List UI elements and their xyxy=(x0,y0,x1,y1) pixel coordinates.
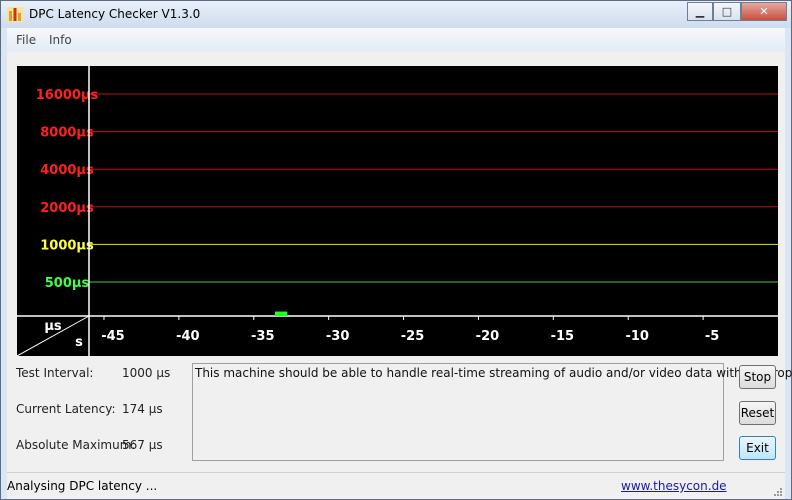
x-unit-label: s xyxy=(75,335,83,350)
reset-button[interactable]: Reset xyxy=(739,401,776,425)
test-interval-value: 1000 µs xyxy=(122,366,171,380)
stop-button[interactable]: Stop xyxy=(739,365,776,389)
minimize-button[interactable]: ▁ xyxy=(687,2,713,21)
x-tick-label: -25 xyxy=(401,329,425,344)
x-tick-label: -5 xyxy=(705,329,719,344)
status-bar: Analysing DPC latency ... www.thesycon.d… xyxy=(7,472,785,499)
x-tick-label: -30 xyxy=(326,329,350,344)
app-window: DPC Latency Checker V1.3.0 ▁ □ ✕ File In… xyxy=(0,0,792,500)
x-tick-label: -10 xyxy=(625,329,649,344)
menu-bar: File Info xyxy=(7,28,785,52)
x-tick-label: -20 xyxy=(476,329,500,344)
current-latency-label: Current Latency: xyxy=(16,402,116,416)
maximize-button[interactable]: □ xyxy=(713,2,741,21)
y-unit-label: µs xyxy=(44,319,62,334)
menu-file[interactable]: File xyxy=(16,33,36,47)
close-button[interactable]: ✕ xyxy=(741,2,787,21)
title-bar[interactable]: DPC Latency Checker V1.3.0 ▁ □ ✕ xyxy=(1,1,791,28)
y-tick-label: 8000µs xyxy=(40,126,94,141)
app-logo-icon xyxy=(7,7,23,22)
exit-button[interactable]: Exit xyxy=(739,436,776,460)
y-tick-label: 1000µs xyxy=(40,238,94,253)
x-tick-label: -15 xyxy=(551,329,575,344)
absolute-maximum-value: 567 µs xyxy=(122,438,163,452)
absolute-maximum-label: Absolute Maximum: xyxy=(16,438,136,452)
test-interval-label: Test Interval: xyxy=(16,366,94,380)
status-text: Analysing DPC latency ... xyxy=(7,479,158,493)
current-latency-value: 174 µs xyxy=(122,402,163,416)
window-title: DPC Latency Checker V1.3.0 xyxy=(29,7,201,21)
website-link[interactable]: www.thesycon.de xyxy=(621,479,727,493)
y-tick-label: 2000µs xyxy=(40,201,94,216)
x-tick-label: -35 xyxy=(251,329,275,344)
x-tick-label: -40 xyxy=(176,329,200,344)
message-box: This machine should be able to handle re… xyxy=(192,363,792,461)
resize-grip-icon[interactable] xyxy=(773,487,783,497)
latency-chart: 16000µs8000µs4000µs2000µs1000µs500µsµss -… xyxy=(17,66,778,356)
client-area: File Info 16000µs 8000µs 4000µs 2000µs 1000µ… xyxy=(7,28,792,472)
y-tick-label: 4000µs xyxy=(40,163,94,178)
minimize-icon: ▁ xyxy=(695,5,705,18)
menu-info[interactable]: Info xyxy=(49,33,72,47)
chart-background xyxy=(17,66,778,356)
close-icon: ✕ xyxy=(759,5,769,18)
maximize-icon: □ xyxy=(721,5,733,18)
status-message: This machine should be able to handle re… xyxy=(195,366,792,380)
y-tick-label: 500µs xyxy=(45,276,90,291)
x-tick-label: -45 xyxy=(101,329,125,344)
latency-bar xyxy=(275,311,288,316)
